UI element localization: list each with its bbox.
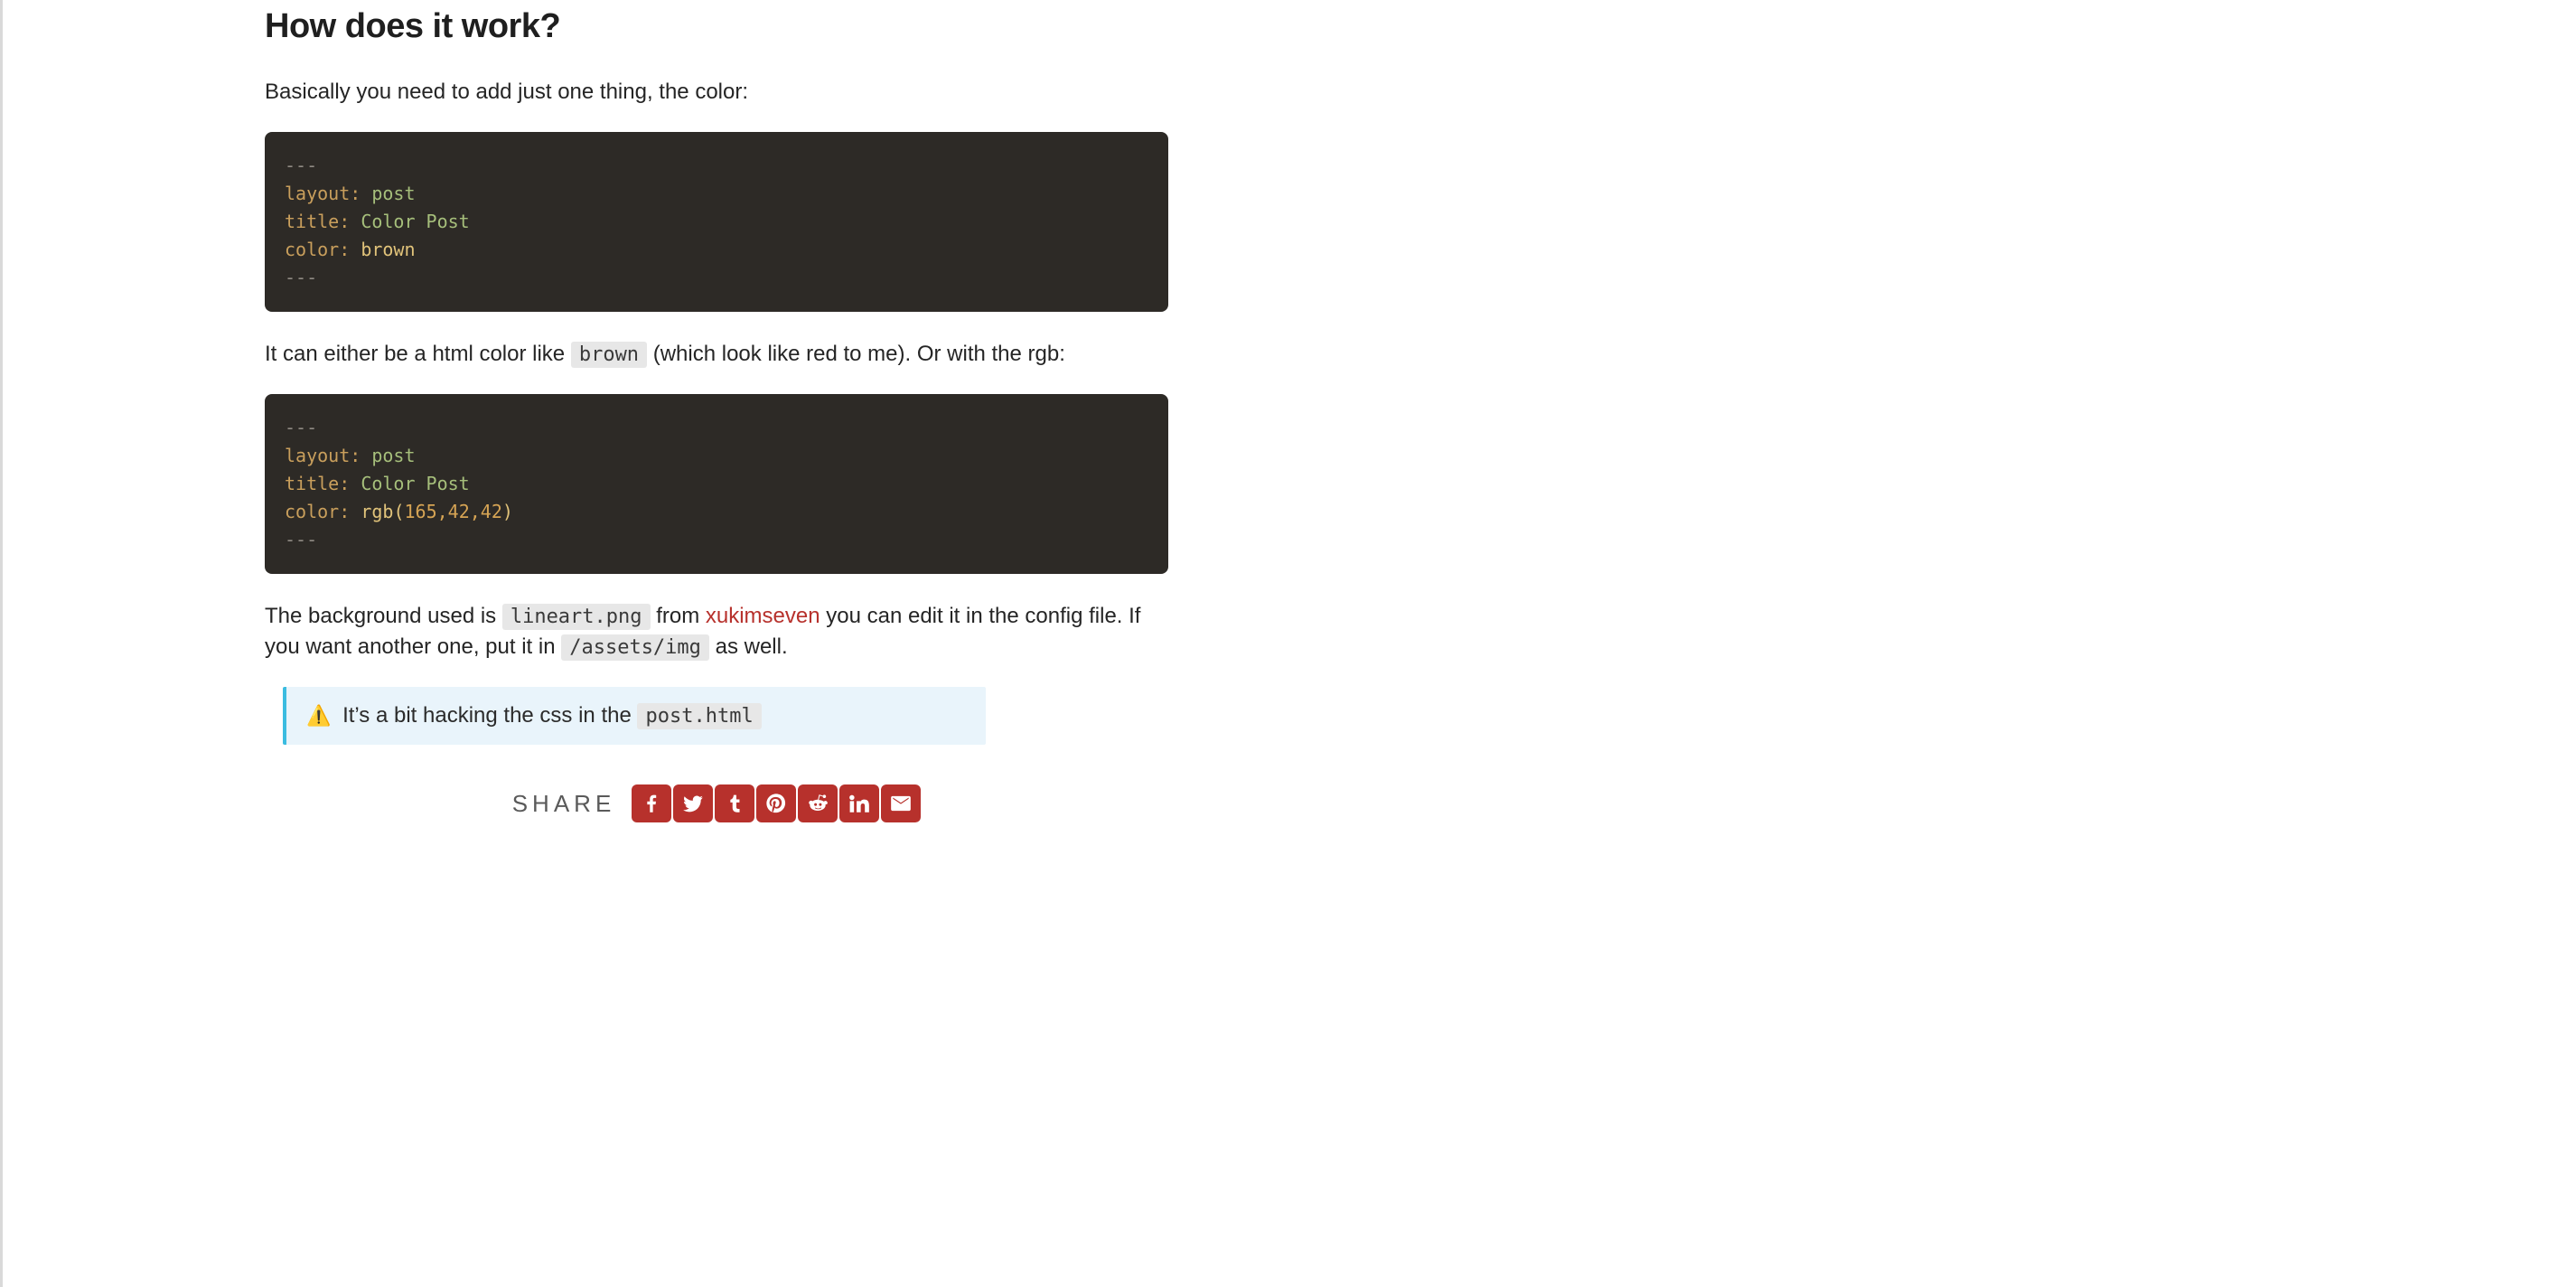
code-separator: --- (285, 267, 317, 288)
code-value: Color Post (361, 211, 469, 232)
code-colon: : (350, 445, 361, 466)
code-colon: : (339, 473, 350, 494)
code-args: 165,42,42 (404, 501, 501, 522)
code-key: color (285, 239, 339, 260)
callout-text: It’s a bit hacking the css in the (336, 703, 637, 728)
code-colon: : (339, 239, 350, 260)
code-key: title (285, 211, 339, 232)
code-value: post (371, 183, 415, 204)
paragraph-intro: Basically you need to add just one thing… (265, 77, 1168, 108)
code-block-front-matter-named-color: --- layout: post title: Color Post color… (265, 132, 1168, 312)
code-separator: --- (285, 529, 317, 550)
article-body: How does it work? Basically you need to … (265, 0, 1168, 859)
code-key: layout (285, 183, 350, 204)
twitter-icon (681, 792, 705, 815)
code-separator: --- (285, 155, 317, 176)
code-key: title (285, 473, 339, 494)
facebook-icon (640, 792, 663, 815)
tumblr-icon (723, 792, 746, 815)
code-value: brown (361, 239, 415, 260)
share-reddit-button[interactable] (798, 784, 838, 822)
code-colon: : (339, 211, 350, 232)
linkedin-icon (848, 792, 871, 815)
code-key: layout (285, 445, 350, 466)
share-row: SHARE (265, 784, 1168, 822)
code-value: Color Post (361, 473, 469, 494)
warning-icon: ⚠️ (306, 704, 331, 727)
reddit-icon (806, 792, 829, 815)
code-separator: --- (285, 417, 317, 438)
text: from (651, 604, 706, 628)
text: The background used is (265, 604, 502, 628)
inline-code-post-html: post.html (637, 703, 761, 729)
share-twitter-button[interactable] (673, 784, 713, 822)
code-key: color (285, 501, 339, 522)
paragraph-background: The background used is lineart.png from … (265, 601, 1168, 664)
text: as well. (709, 634, 788, 659)
code-fn: rgb(165,42,42) (361, 501, 513, 522)
paragraph-html-color: It can either be a html color like brown… (265, 339, 1168, 371)
section-heading: How does it work? (265, 7, 1168, 46)
inline-code-brown: brown (571, 342, 647, 368)
text: (which look like red to me). Or with the… (647, 342, 1065, 366)
text: It can either be a html color like (265, 342, 571, 366)
share-pinterest-button[interactable] (756, 784, 796, 822)
share-icons (632, 784, 921, 822)
inline-code-lineart: lineart.png (502, 604, 651, 630)
code-block-front-matter-rgb: --- layout: post title: Color Post color… (265, 394, 1168, 574)
link-xukimseven[interactable]: xukimseven (706, 604, 820, 628)
share-facebook-button[interactable] (632, 784, 671, 822)
code-colon: : (350, 183, 361, 204)
callout-warning: ⚠️ It’s a bit hacking the css in the pos… (283, 687, 986, 745)
inline-code-assets-img: /assets/img (561, 634, 709, 661)
code-colon: : (339, 501, 350, 522)
share-label: SHARE (512, 790, 616, 818)
pinterest-icon (764, 792, 788, 815)
code-fn-name: rgb (361, 501, 393, 522)
share-tumblr-button[interactable] (715, 784, 754, 822)
email-icon (889, 792, 913, 815)
share-linkedin-button[interactable] (839, 784, 879, 822)
share-email-button[interactable] (881, 784, 921, 822)
code-value: post (371, 445, 415, 466)
